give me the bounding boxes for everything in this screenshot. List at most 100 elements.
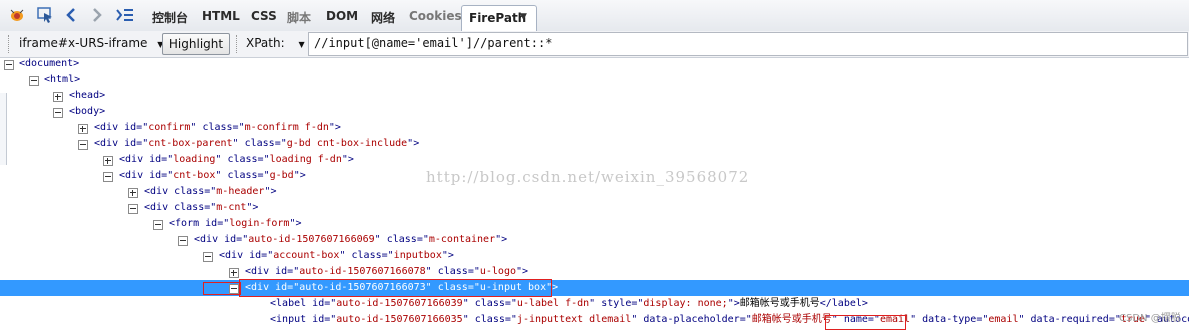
highlight-button[interactable]: Highlight (162, 33, 230, 55)
dom-node-row[interactable]: <div class="m-header"> (0, 184, 1189, 200)
attr-eq: =" (324, 298, 337, 309)
tag-close: > (270, 186, 277, 197)
tab-html[interactable]: HTML (202, 9, 240, 23)
attr-value: g-bd cnt-box-include (286, 138, 408, 149)
attr-eq: =" (236, 234, 249, 245)
expand-icon[interactable] (78, 124, 88, 134)
node-markup: <div id="confirm" class="m-confirm f-dn"… (94, 120, 341, 136)
separator (236, 35, 239, 53)
drag-handle (8, 35, 11, 53)
inspect-element-icon[interactable] (34, 5, 56, 25)
dom-node-row[interactable]: <div id="auto-id-1507607166069" class="m… (0, 232, 1189, 248)
xpath-type-selector[interactable]: XPath: ▼ (246, 36, 305, 50)
collapse-icon[interactable] (153, 220, 163, 230)
attr-value: j-inputtext dlemail (516, 314, 632, 325)
attr-eq: =" (232, 122, 245, 133)
collapse-icon[interactable] (4, 60, 14, 70)
expand-icon[interactable] (229, 268, 239, 278)
dom-node-row[interactable]: <div id="loading" class="loading f-dn"> (0, 152, 1189, 168)
dom-node-row[interactable]: <html> (0, 72, 1189, 88)
attr-name: class (474, 314, 505, 325)
tag-close: > (295, 218, 302, 229)
chevron-down-icon[interactable]: ▼ (520, 12, 527, 22)
back-icon[interactable] (62, 5, 80, 25)
collapse-icon[interactable] (203, 252, 213, 262)
node-markup: <div id="account-box" class="inputbox"> (219, 248, 454, 264)
attr-name: class (351, 250, 382, 261)
collapse-icon[interactable] (103, 172, 113, 182)
dom-node-row[interactable]: <div id="confirm" class="m-confirm f-dn"… (0, 120, 1189, 136)
command-line-icon[interactable] (114, 5, 136, 25)
tab-script[interactable]: 脚本 (287, 9, 311, 26)
attr-value: m-container (428, 234, 496, 245)
frame-selector[interactable]: iframe#x-URS-iframe ▼ (19, 36, 163, 50)
dom-node-row[interactable]: <div class="m-cnt"> (0, 200, 1189, 216)
tab-firepath[interactable]: FirePath ▼ (461, 5, 537, 32)
expand-icon[interactable] (53, 92, 63, 102)
attr-quote: " (462, 298, 469, 309)
attr-quote: " (1018, 314, 1025, 325)
attr-quote: " (425, 266, 432, 277)
attr-name: class (227, 170, 258, 181)
collapse-icon[interactable] (178, 236, 188, 246)
dom-node-row[interactable]: <body> (0, 104, 1189, 120)
collapse-icon[interactable] (53, 108, 63, 118)
attr-eq: =" (416, 234, 429, 245)
attr-value: cnt-box-parent (148, 138, 233, 149)
dom-node-row[interactable]: <div id="cnt-box-parent" class="g-bd cnt… (0, 136, 1189, 152)
node-tag-name: div (150, 202, 169, 213)
attr-value: u-logo (479, 266, 516, 277)
tab-network[interactable]: 网络 (371, 9, 395, 26)
node-markup: <body> (69, 104, 105, 120)
expand-icon[interactable] (103, 156, 113, 166)
collapse-icon[interactable] (29, 76, 39, 86)
tab-firepath-label: FirePath (469, 11, 527, 25)
forward-icon[interactable] (88, 5, 106, 25)
firebug-icon[interactable] (6, 5, 28, 25)
dom-node-row[interactable]: <div id="auto-id-1507607166073" class="u… (0, 280, 1189, 296)
attr-value: loading (173, 154, 216, 165)
attr-quote: " (374, 234, 381, 245)
attr-name: id (312, 314, 325, 325)
tag-close: > (334, 122, 341, 133)
attr-name: id (275, 266, 288, 277)
attr-eq: =" (287, 266, 300, 277)
tag-close: > (522, 266, 529, 277)
dom-node-row[interactable]: <label id="auto-id-1507607166039" class=… (0, 296, 1189, 312)
attr-eq: =" (204, 202, 217, 213)
attr-value: inputbox (393, 250, 442, 261)
expand-icon[interactable] (128, 188, 138, 198)
collapse-icon[interactable] (128, 204, 138, 214)
dom-node-row[interactable]: <head> (0, 88, 1189, 104)
dom-tree: <document> <html> <head> <body> <div id="con… (0, 58, 1189, 332)
node-tag-name: div (251, 266, 270, 277)
tab-dom[interactable]: DOM (326, 9, 358, 23)
node-tag-name: form (175, 218, 200, 229)
selected-node-highlight-box (239, 279, 552, 297)
tab-console[interactable]: 控制台 (152, 9, 188, 26)
dom-node-row[interactable]: <div id="auto-id-1507607166078" class="u… (0, 264, 1189, 280)
node-tag-name: div (125, 154, 144, 165)
xpath-input[interactable]: //input[@name='email']//parent::* (308, 32, 1188, 56)
dom-node-row[interactable]: <div id="account-box" class="inputbox"> (0, 248, 1189, 264)
tab-css[interactable]: CSS (251, 9, 277, 23)
node-markup: <div class="m-cnt"> (144, 200, 258, 216)
attr-value: m-cnt (216, 202, 247, 213)
attr-quote: " (462, 314, 469, 325)
node-text: 邮箱帐号或手机号 (739, 298, 820, 309)
attr-value: auto-id-1507607166078 (299, 266, 426, 277)
attr-name: id (312, 298, 325, 309)
dom-node-row[interactable]: <form id="login-form"> (0, 216, 1189, 232)
node-tag-name: div (100, 122, 119, 133)
node-tag-name: input (276, 314, 307, 325)
collapse-icon[interactable] (78, 140, 88, 150)
dom-node-row[interactable]: <document> (0, 56, 1189, 72)
tag-close: > (299, 170, 306, 181)
node-markup: <label id="auto-id-1507607166039" class=… (270, 296, 868, 312)
attr-value: email (988, 314, 1019, 325)
attr-eq: =" (631, 298, 644, 309)
firebug-toolbar: 控制台 HTML CSS 脚本 DOM 网络 Cookies FirePath … (0, 0, 1189, 32)
dom-node-row[interactable]: <input id="auto-id-1507607166035" class=… (0, 312, 1189, 328)
tab-cookies[interactable]: Cookies (409, 9, 462, 23)
attr-value: m-confirm f-dn (244, 122, 329, 133)
